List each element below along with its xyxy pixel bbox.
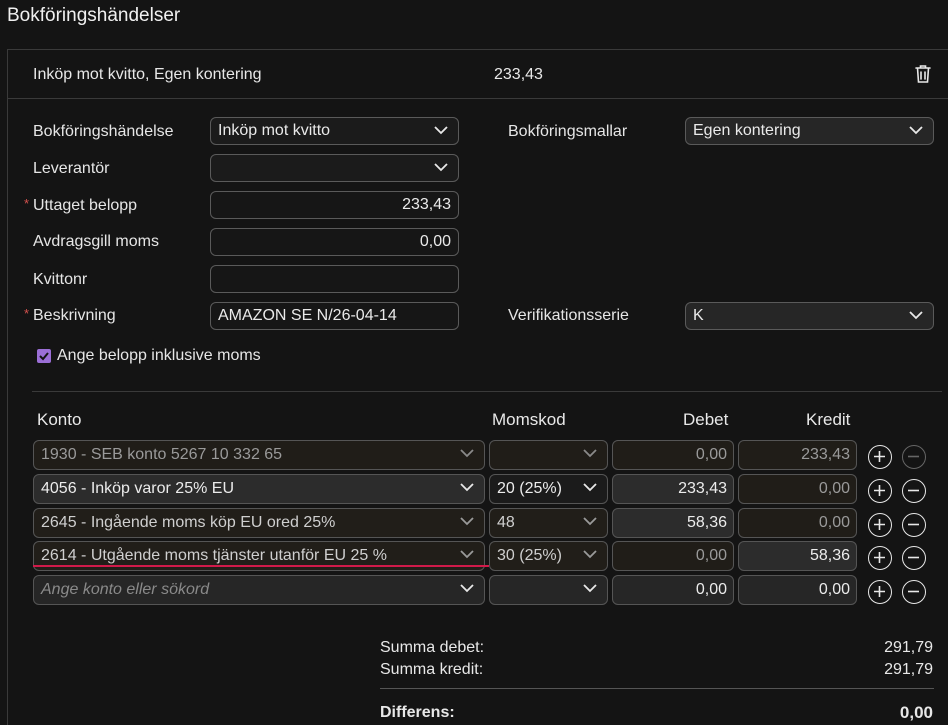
chevron-down-icon (460, 449, 474, 458)
receipt-number-input[interactable] (210, 265, 459, 293)
account-select[interactable]: 4056 - Inköp varor 25% EU (33, 474, 485, 504)
col-debit: Debet (683, 410, 729, 429)
sum-credit-label: Summa kredit: (380, 661, 484, 678)
plus-icon (874, 586, 885, 597)
event-label: Bokföringshändelse (33, 123, 174, 140)
withdrawn-label: * Uttaget belopp (24, 196, 138, 214)
credit-input[interactable]: 0,00 (738, 474, 857, 504)
plus-icon (874, 451, 885, 462)
chevron-down-icon (460, 517, 474, 526)
series-select[interactable]: K (685, 302, 934, 330)
sum-credit-value: 291,79 (884, 661, 933, 678)
add-row-button[interactable] (868, 479, 892, 503)
vatcode-select[interactable] (489, 575, 608, 605)
sum-debit-label: Summa debet: (380, 639, 485, 656)
col-account: Konto (37, 410, 82, 429)
vat-label: Avdragsgill moms (33, 233, 159, 250)
remove-row-button[interactable] (902, 580, 926, 604)
account-select[interactable]: 1930 - SEB konto 5267 10 332 65 (33, 440, 485, 470)
credit-input[interactable]: 0,00 (738, 508, 857, 538)
page-title: Bokföringshändelser (7, 5, 181, 26)
supplier-label: Leverantör (33, 160, 110, 177)
event-panel: Inköp mot kvitto, Egen kontering 233,43 … (7, 49, 948, 725)
description-label: * Beskrivning (24, 306, 116, 324)
add-row-button[interactable] (868, 546, 892, 570)
vatcode-select[interactable]: 48 (489, 508, 608, 538)
deductible-vat-input[interactable]: 0,00 (210, 228, 459, 256)
chevron-down-icon (583, 449, 597, 458)
diff-value: 0,00 (899, 703, 933, 722)
chevron-down-icon (460, 483, 474, 492)
remove-row-button[interactable] (902, 479, 926, 503)
chevron-down-icon (460, 550, 474, 559)
debit-input[interactable]: 0,00 (612, 575, 734, 605)
add-row-button[interactable] (868, 445, 892, 469)
incl-vat-label: Ange belopp inklusive moms (57, 347, 261, 364)
credit-input[interactable]: 58,36 (738, 541, 857, 571)
chevron-down-icon (583, 517, 597, 526)
event-amount: 233,43 (494, 66, 543, 83)
check-icon (39, 352, 49, 361)
debit-input[interactable]: 233,43 (612, 474, 734, 504)
summary-divider (380, 688, 934, 689)
minus-icon (908, 556, 919, 559)
plus-icon (874, 519, 885, 530)
vatcode-select[interactable] (489, 440, 608, 470)
account-select[interactable]: 2645 - Ingående moms köp EU ored 25% (33, 508, 485, 538)
debit-input[interactable]: 58,36 (612, 508, 734, 538)
series-label: Verifikationsserie (508, 307, 629, 324)
trash-icon[interactable] (914, 64, 932, 84)
chevron-down-icon (583, 550, 597, 559)
event-title: Inköp mot kvitto, Egen kontering (33, 66, 262, 83)
add-row-button[interactable] (868, 513, 892, 537)
panel-header: Inköp mot kvitto, Egen kontering 233,43 (8, 50, 948, 99)
credit-input[interactable]: 0,00 (738, 575, 857, 605)
new-account-input[interactable]: Ange konto eller sökord (33, 575, 485, 605)
divider (32, 391, 942, 392)
plus-icon (874, 552, 885, 563)
chevron-down-icon (434, 126, 448, 135)
minus-icon (908, 489, 919, 492)
minus-icon (908, 523, 919, 526)
chevron-down-icon (583, 483, 597, 492)
template-select[interactable]: Egen kontering (685, 117, 934, 145)
error-underline (33, 565, 489, 567)
chevron-down-icon (434, 163, 448, 172)
receipt-label: Kvittonr (33, 271, 88, 288)
vatcode-select[interactable]: 20 (25%) (489, 474, 608, 504)
supplier-select[interactable] (210, 154, 459, 182)
add-row-button[interactable] (868, 580, 892, 604)
incl-vat-checkbox[interactable] (37, 349, 51, 363)
description-input[interactable]: AMAZON SE N/26-04-14 (210, 302, 459, 330)
vatcode-select[interactable]: 30 (25%) (489, 541, 608, 571)
withdrawn-amount-input[interactable]: 233,43 (210, 191, 459, 219)
minus-icon (908, 455, 919, 458)
remove-row-button[interactable] (902, 546, 926, 570)
col-vatcode: Momskod (492, 410, 566, 429)
chevron-down-icon (909, 126, 923, 135)
remove-row-button[interactable] (902, 445, 926, 469)
credit-input[interactable]: 233,43 (738, 440, 857, 470)
chevron-down-icon (460, 584, 474, 593)
event-select[interactable]: Inköp mot kvitto (210, 117, 459, 145)
chevron-down-icon (909, 311, 923, 320)
col-credit: Kredit (806, 410, 851, 429)
template-label: Bokföringsmallar (508, 123, 628, 140)
debit-input[interactable]: 0,00 (612, 440, 734, 470)
sum-debit-value: 291,79 (884, 639, 933, 656)
debit-input[interactable]: 0,00 (612, 541, 734, 571)
required-mark: * (24, 306, 30, 321)
chevron-down-icon (583, 584, 597, 593)
remove-row-button[interactable] (902, 513, 926, 537)
minus-icon (908, 590, 919, 593)
diff-label: Differens: (380, 704, 455, 721)
required-mark: * (24, 196, 30, 211)
plus-icon (874, 485, 885, 496)
